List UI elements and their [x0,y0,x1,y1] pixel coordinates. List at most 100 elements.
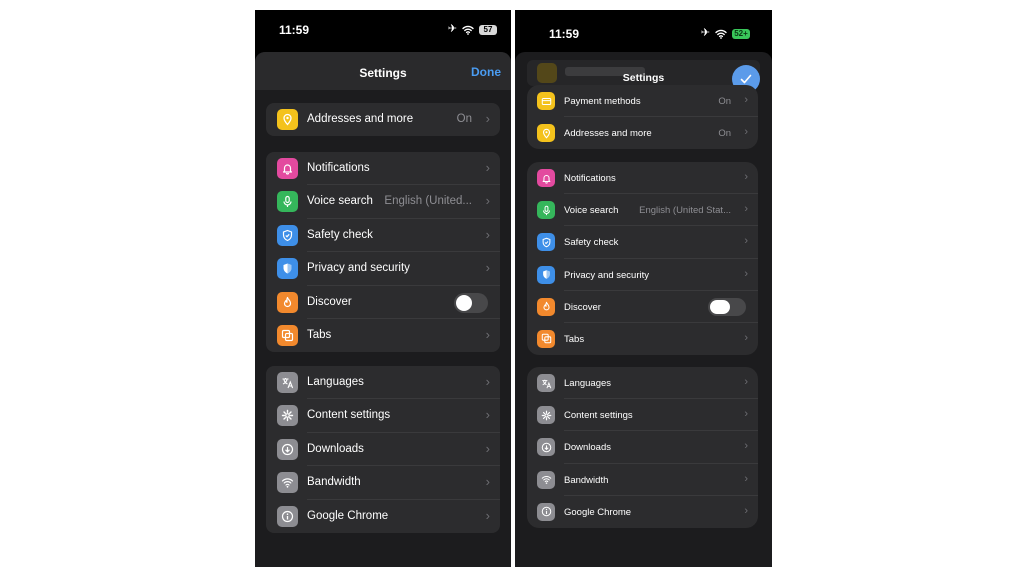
bell-icon [537,169,555,187]
settings-row-voice-search[interactable]: Voice search English (United... › [266,185,500,219]
bell-icon [277,158,298,179]
chevron-right-icon: › [744,126,748,139]
info-icon [277,505,298,527]
chevron-right-icon: › [485,474,490,490]
settings-row-privacy-and-security[interactable]: Privacy and security › [266,252,500,286]
settings-row-payment-methods[interactable]: Payment methods On › [527,85,758,118]
settings-sheet: Settings Done Addresses and more On › Noti… [255,52,511,567]
settings-row-label: Addresses and more [307,113,414,125]
settings-row-value: On [718,96,731,107]
settings-row-notifications[interactable]: Notifications › [266,152,500,186]
toggle-knob [710,299,730,314]
settings-row-label: Voice search [307,195,373,208]
discover-toggle[interactable] [708,297,746,316]
settings-row-value: English (United... [384,195,472,208]
settings-row-privacy-and-security[interactable]: Privacy and security › [527,259,758,291]
discover-toggle[interactable] [454,292,488,313]
settings-row-label: Discover [564,301,601,313]
settings-row-google-chrome[interactable]: Google Chrome › [266,500,500,533]
settings-row-discover[interactable]: Discover [266,286,500,319]
settings-row-languages[interactable]: Languages › [527,367,758,400]
settings-row-label: Safety check [307,228,373,241]
battery-icon: 52+ [732,28,750,39]
chevron-right-icon: › [744,267,748,280]
chevron-right-icon: › [744,408,748,421]
settings-row-addresses-and-more[interactable]: Addresses and more On › [266,103,500,136]
settings-row-downloads[interactable]: Downloads › [266,433,500,467]
shield-icon [277,258,298,280]
shield-check-icon [277,224,298,246]
settings-group-advanced: Languages › Content settings › Downloads › Ban… [527,367,758,528]
settings-row-label: Notifications [307,162,370,174]
info-icon [537,502,555,521]
gear-icon [277,405,298,427]
settings-row-label: Notifications [564,173,616,184]
settings-row-label: Voice search [564,205,619,217]
status-time: 11:59 [549,27,580,41]
settings-group-features: Notifications › Voice search English (Unite… [266,152,500,353]
settings-row-discover[interactable]: Discover [527,291,758,323]
chevron-right-icon: › [744,171,748,183]
download-icon [277,438,298,460]
settings-row-notifications[interactable]: Notifications › [527,162,758,195]
settings-row-label: Bandwidth [564,474,609,486]
settings-row-label: Google Chrome [564,506,632,518]
chevron-right-icon: › [744,331,748,344]
settings-header: Settings Done [255,52,511,90]
battery-icon: 57 [479,24,497,35]
chevron-right-icon: › [485,160,490,175]
settings-row-safety-check[interactable]: Safety check › [266,219,500,253]
airplane-icon: ✈ [447,23,457,35]
shield-icon [537,265,555,284]
settings-row-downloads[interactable]: Downloads › [527,431,758,464]
settings-row-voice-search[interactable]: Voice search English (United Stat... › [527,194,758,227]
settings-row-content-settings[interactable]: Content settings › [266,399,500,433]
microphone-icon [537,201,555,220]
tabs-icon [537,329,555,348]
settings-row-label: Google Chrome [307,509,389,522]
flame-icon [277,291,298,313]
settings-group-features: Notifications › Voice search English (Unite… [527,162,758,356]
location-pin-icon [537,124,555,143]
settings-row-content-settings[interactable]: Content settings › [527,399,758,432]
settings-row-bandwidth[interactable]: Bandwidth › [527,464,758,496]
wifi-icon [537,470,555,489]
settings-row-label: Downloads [307,442,364,455]
chevron-right-icon: › [485,507,490,523]
chevron-right-icon: › [744,235,748,248]
chevron-right-icon: › [744,203,748,216]
gear-icon [537,406,555,425]
settings-row-label: Tabs [564,333,585,345]
settings-row-label: Discover [307,295,352,308]
chevron-right-icon: › [744,504,748,517]
tabs-icon [277,324,298,346]
download-icon [537,438,555,457]
settings-row-google-chrome[interactable]: Google Chrome › [527,496,758,528]
wifi-icon [277,472,298,494]
chevron-right-icon: › [744,440,748,453]
settings-row-safety-check[interactable]: Safety check › [527,226,758,259]
right-phone-screen: 11:59 ✈ 52+ Settings Payment methods On › A… [515,10,772,567]
status-time: 11:59 [279,23,310,37]
settings-row-label: Languages [307,376,364,388]
microphone-icon [277,191,298,213]
settings-row-value: On [456,113,472,125]
settings-row-bandwidth[interactable]: Bandwidth › [266,466,500,500]
settings-row-tabs[interactable]: Tabs › [527,323,758,355]
done-button[interactable]: Done [471,65,501,79]
wifi-status-icon [715,29,727,39]
settings-row-addresses-and-more[interactable]: Addresses and more On › [527,117,758,149]
chevron-right-icon: › [485,111,490,126]
settings-row-label: Payment methods [564,96,641,107]
settings-row-label: Safety check [564,237,619,249]
settings-row-label: Bandwidth [307,476,361,489]
settings-row-label: Content settings [307,409,391,422]
settings-sheet: Settings Payment methods On › Addresses and… [515,52,772,567]
settings-row-languages[interactable]: Languages › [266,366,500,400]
settings-row-label: Downloads [564,442,611,454]
settings-row-tabs[interactable]: Tabs › [266,319,500,352]
chevron-right-icon: › [485,193,490,209]
status-bar: 11:59 ✈ 57 [255,10,511,50]
credit-card-icon [537,92,555,110]
chevron-right-icon: › [485,260,490,276]
